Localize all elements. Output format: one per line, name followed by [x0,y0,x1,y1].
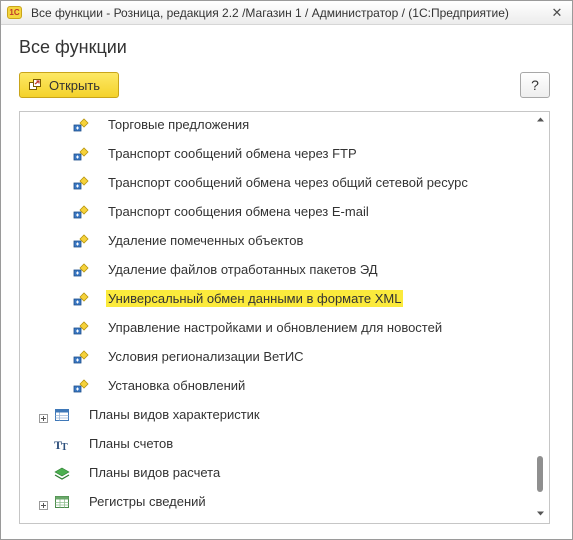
help-button[interactable]: ? [520,72,550,98]
functions-tree[interactable]: Торговые предложения Транспорт сообщений … [19,111,550,524]
tree-item-processing[interactable]: Транспорт сообщений обмена через FTP [20,143,530,165]
open-icon [29,79,41,90]
chart-of-calculation-types-icon [54,465,70,481]
tree-item-label: Установка обновлений [108,378,246,393]
tree-item-label: Управление настройками и обновлением для… [108,320,443,335]
tree-item-processing[interactable]: Торговые предложения [20,114,530,136]
tree-section-label: Планы видов характеристик [89,407,260,422]
tree-section[interactable]: Планы видов расчета [20,462,530,484]
tree-item-processing[interactable]: Установка обновлений [20,375,530,397]
all-functions-window: 1С Все функции - Розница, редакция 2.2 /… [0,0,573,540]
processing-icon [73,146,89,162]
tree-item-label: Универсальный обмен данными в формате XM… [106,290,404,307]
processing-icon [73,378,89,394]
tree-item-processing[interactable]: Транспорт сообщения обмена через E-mail [20,201,530,223]
tree-item-label: Транспорт сообщения обмена через E-mail [108,204,369,219]
expand-plus-icon[interactable] [39,497,48,510]
processing-icon [73,204,89,220]
tree-item-label: Торговые предложения [108,117,250,132]
processing-icon [73,349,89,365]
processing-icon [73,262,89,278]
tree-section-label: Планы видов расчета [89,465,221,480]
information-register-icon [54,494,70,510]
tree-item-label: Условия регионализации ВетИС [108,349,304,364]
vertical-scrollbar[interactable] [531,111,549,524]
chart-of-characteristic-types-icon [54,407,70,423]
tree-section-label: Регистры сведений [89,494,206,509]
title-bar[interactable]: 1С Все функции - Розница, редакция 2.2 /… [1,1,572,25]
tree-section[interactable]: Планы видов характеристик [20,404,530,426]
processing-icon [73,233,89,249]
expand-plus-icon[interactable] [39,410,48,423]
scrollbar-track[interactable] [537,129,543,509]
tree-item-processing[interactable]: Удаление помеченных объектов [20,230,530,252]
processing-icon [73,117,89,133]
tree-item-processing[interactable]: Условия регионализации ВетИС [20,346,530,368]
chart-of-accounts-icon: TT [54,436,70,453]
svg-text:T: T [61,442,68,452]
tree-item-label: Транспорт сообщений обмена через общий с… [108,175,468,190]
tree-item-processing[interactable]: Удаление файлов отработанных пакетов ЭД [20,259,530,281]
window-title: Все функции - Розница, редакция 2.2 /Маг… [31,6,509,20]
tree-section[interactable]: T T Планы счетов [20,433,530,455]
tree-item-label: Удаление файлов отработанных пакетов ЭД [108,262,378,277]
scroll-up-arrow-icon[interactable] [536,115,545,124]
tree-item-processing[interactable]: Универсальный обмен данными в формате XM… [20,288,530,310]
close-button[interactable]: ✕ [548,4,566,22]
scrollbar-thumb[interactable] [537,456,543,492]
open-button-label: Открыть [49,78,101,93]
tree-item-label: Транспорт сообщений обмена через FTP [108,146,357,161]
tree-item-processing[interactable]: Управление настройками и обновлением для… [20,317,530,339]
processing-icon [73,320,89,336]
form-title: Все функции [19,37,127,57]
tree-item-processing[interactable]: Транспорт сообщений обмена через общий с… [20,172,530,194]
processing-icon [73,175,89,191]
tree-item-label: Удаление помеченных объектов [108,233,304,248]
open-button[interactable]: Открыть [19,72,119,98]
tree-section-label: Планы счетов [89,436,174,451]
scroll-down-arrow-icon[interactable] [536,509,545,518]
app-logo: 1С [7,6,22,19]
processing-icon [73,291,89,307]
tree-section[interactable]: Регистры сведений [20,491,530,513]
